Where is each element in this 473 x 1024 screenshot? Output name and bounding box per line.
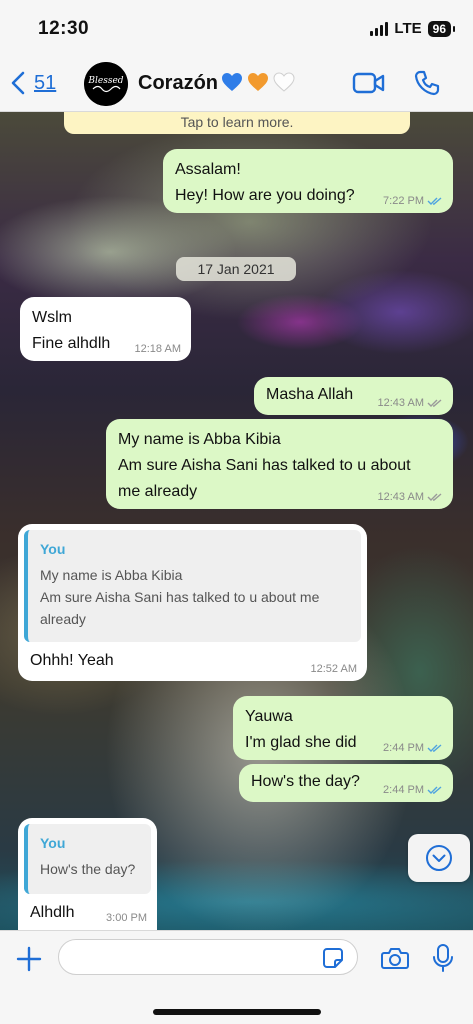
message-time: 12:18 AM xyxy=(134,343,181,355)
message-time: 12:43 AM xyxy=(377,491,424,503)
signal-icon xyxy=(370,21,389,36)
message-text: Assalam! xyxy=(175,161,241,178)
message-time: 2:44 PM xyxy=(383,784,424,796)
quoted-text: Am sure Aisha Sani has talked to u about… xyxy=(40,589,320,605)
message-time: 12:43 AM xyxy=(377,397,424,409)
message-composer xyxy=(0,930,473,1024)
status-bar: 12:30 LTE 96 xyxy=(0,0,473,58)
message-input[interactable] xyxy=(58,939,358,975)
unread-count: 51 xyxy=(34,71,57,94)
message-text: Am sure Aisha Sani has talked to u about xyxy=(118,457,411,474)
voice-call-button[interactable] xyxy=(414,70,440,96)
chat-header: 51 Blessed Corazón xyxy=(0,58,473,112)
message-incoming[interactable]: Wslm Fine alhdlh 12:18 AM xyxy=(20,297,191,361)
message-time: 3:00 PM xyxy=(106,912,147,924)
sticker-button[interactable] xyxy=(322,947,344,974)
read-ticks-icon xyxy=(427,786,442,794)
back-button[interactable]: 51 xyxy=(10,70,56,96)
message-time: 12:52 AM xyxy=(310,663,357,675)
status-time: 12:30 xyxy=(38,18,90,39)
quoted-text: My name is Abba Kibia xyxy=(40,567,183,583)
camera-icon xyxy=(381,948,409,969)
orange-heart-icon xyxy=(248,73,268,91)
svg-text:Blessed: Blessed xyxy=(87,76,123,86)
phone-icon xyxy=(414,70,440,96)
network-label: LTE xyxy=(394,20,422,37)
message-outgoing[interactable]: My name is Abba Kibia Am sure Aisha Sani… xyxy=(106,419,453,509)
encryption-notice[interactable]: Tap to learn more. xyxy=(64,112,410,134)
video-call-button[interactable] xyxy=(352,70,386,96)
read-ticks-icon xyxy=(427,197,442,205)
plus-icon xyxy=(16,946,42,972)
quoted-text: How's the day? xyxy=(40,861,136,877)
quoted-author: You xyxy=(40,835,66,851)
status-indicators: LTE 96 xyxy=(370,20,456,37)
contact-name[interactable]: Corazón xyxy=(138,72,218,95)
quoted-message[interactable]: You My name is Abba Kibia Am sure Aisha … xyxy=(24,530,361,642)
encryption-notice-text: Tap to learn more. xyxy=(180,114,294,130)
message-text: My name is Abba Kibia xyxy=(118,431,281,448)
message-meta: 7:22 PM xyxy=(383,195,443,207)
chevron-down-circle-icon xyxy=(426,845,452,871)
quoted-message[interactable]: You How's the day? xyxy=(24,824,151,894)
message-text: Yauwa xyxy=(245,708,293,725)
message-outgoing[interactable]: Masha Allah 12:43 AM xyxy=(254,377,453,415)
microphone-icon xyxy=(433,944,453,972)
sticker-icon xyxy=(323,948,343,968)
message-outgoing[interactable]: How's the day? 2:44 PM xyxy=(239,764,453,802)
camera-button[interactable] xyxy=(381,946,409,975)
battery-icon: 96 xyxy=(427,20,456,37)
message-incoming-reply[interactable]: You How's the day? Alhdlh 3:00 PM xyxy=(18,818,157,930)
message-time: 7:22 PM xyxy=(383,195,424,207)
attach-button[interactable] xyxy=(16,946,42,977)
message-incoming-reply[interactable]: You My name is Abba Kibia Am sure Aisha … xyxy=(18,524,367,681)
message-text: Wslm xyxy=(32,309,72,326)
chevron-left-icon xyxy=(11,71,25,95)
blue-heart-icon xyxy=(222,73,242,91)
white-heart-icon xyxy=(273,72,295,92)
message-time: 2:44 PM xyxy=(383,742,424,754)
home-indicator xyxy=(153,1009,321,1015)
read-ticks-icon xyxy=(427,744,442,752)
message-meta: 2:44 PM xyxy=(383,784,443,796)
video-camera-icon xyxy=(352,72,385,94)
message-meta: 12:43 AM xyxy=(378,397,443,409)
voice-message-button[interactable] xyxy=(432,943,454,978)
contact-name-hearts xyxy=(220,70,296,94)
blessed-logo: Blessed xyxy=(84,62,128,106)
message-outgoing[interactable]: Assalam! Hey! How are you doing? 7:22 PM xyxy=(163,149,453,213)
scroll-to-bottom-button[interactable] xyxy=(408,834,470,882)
quoted-author: You xyxy=(40,541,66,557)
quoted-text: already xyxy=(40,611,86,627)
message-outgoing[interactable]: Yauwa I'm glad she did 2:44 PM xyxy=(233,696,453,760)
message-meta: 2:44 PM xyxy=(383,742,443,754)
delivered-ticks-icon xyxy=(427,493,442,501)
delivered-ticks-icon xyxy=(427,399,442,407)
chat-area[interactable]: Tap to learn more. Assalam! Hey! How are… xyxy=(0,112,473,930)
message-meta: 12:43 AM xyxy=(378,491,443,503)
date-separator: 17 Jan 2021 xyxy=(176,257,296,281)
avatar[interactable]: Blessed xyxy=(84,62,128,106)
